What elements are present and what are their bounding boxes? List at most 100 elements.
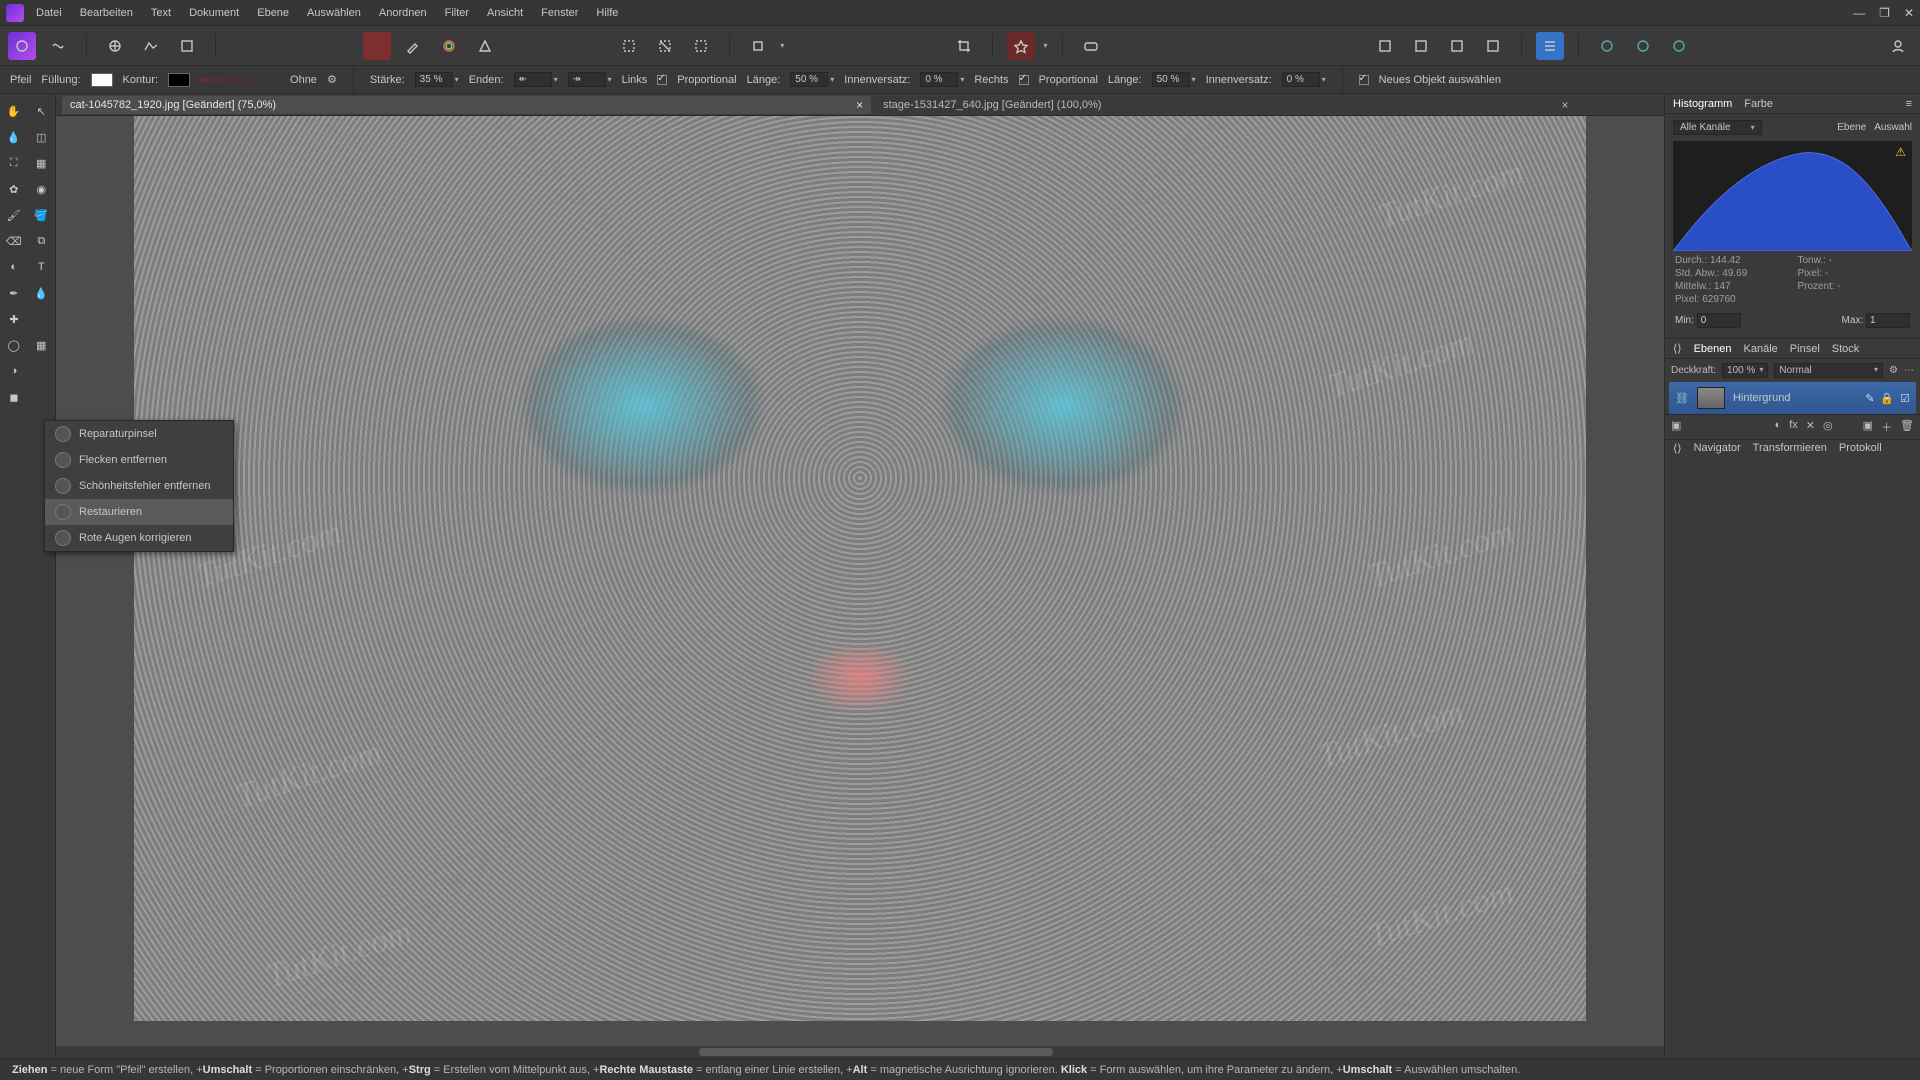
menu-text[interactable]: Text — [151, 7, 171, 19]
toolbar-dropper-icon[interactable] — [399, 32, 427, 60]
menu-dokument[interactable]: Dokument — [189, 7, 239, 19]
flyout-item-blemish[interactable]: Schönheitsfehler entfernen — [45, 473, 233, 499]
chevron-down-icon[interactable]: ▾ — [830, 75, 834, 84]
menu-bearbeiten[interactable]: Bearbeiten — [80, 7, 133, 19]
toolbar-arrange2-icon[interactable] — [1407, 32, 1435, 60]
scrollbar-horizontal[interactable] — [56, 1046, 1664, 1058]
account-icon[interactable] — [1884, 32, 1912, 60]
layer-opts-icon[interactable]: ⋯ — [1904, 365, 1914, 376]
canvas[interactable]: TutKit.com TutKit.com TutKit.com TutKit.… — [56, 116, 1664, 1058]
layer-add-icon[interactable]: ＋ — [1881, 419, 1892, 435]
toolbar-arrange4-icon[interactable] — [1479, 32, 1507, 60]
flyout-item-restaurieren[interactable]: Restaurieren — [45, 499, 233, 525]
menu-ansicht[interactable]: Ansicht — [487, 7, 523, 19]
layer-edit-icon[interactable]: ✎ — [1865, 392, 1874, 405]
layer-fx2-icon[interactable]: fx — [1789, 419, 1798, 435]
tool-brush-select-icon[interactable]: ✿ — [0, 176, 28, 202]
window-minimize-icon[interactable]: — — [1853, 6, 1865, 20]
tool-shapes-icon[interactable]: ◯ — [0, 332, 28, 358]
layer-blend-icon[interactable]: ✕ — [1806, 419, 1815, 435]
ctx-inset-l[interactable]: 0 % — [920, 72, 958, 87]
persona-photo-icon[interactable] — [8, 32, 36, 60]
toolbar-select2-icon[interactable] — [651, 32, 679, 60]
ctx-stroke-swatch[interactable] — [168, 73, 190, 87]
flyout-item-flecken[interactable]: Flecken entfernen — [45, 447, 233, 473]
opacity-input[interactable]: 100 %▾ — [1722, 363, 1768, 378]
layer-fx-icon[interactable]: ⚙ — [1889, 365, 1898, 376]
toolbar-cloud2-icon[interactable] — [1629, 32, 1657, 60]
toolbar-qm-dd-icon[interactable]: ▾ — [780, 41, 784, 50]
tool-colorpicker-icon[interactable]: 💧 — [0, 124, 28, 150]
tool-eraser-icon[interactable]: ⌫ — [0, 228, 28, 254]
layer-delete-icon[interactable]: 🗑 — [1900, 419, 1914, 435]
menu-datei[interactable]: Datei — [36, 7, 62, 19]
ctx-fill-swatch[interactable] — [91, 73, 113, 87]
menu-fenster[interactable]: Fenster — [541, 7, 578, 19]
toolbar-select1-icon[interactable] — [615, 32, 643, 60]
document-tab[interactable]: stage-1531427_640.jpg [Geändert] (100,0%… — [875, 96, 1576, 114]
toolbar-develop-icon[interactable] — [101, 32, 129, 60]
menu-ebene[interactable]: Ebene — [257, 7, 289, 19]
ctx-strength-value[interactable]: 35 % — [415, 72, 453, 87]
tab-kanaele[interactable]: Kanäle — [1744, 343, 1778, 355]
tab-stock[interactable]: Stock — [1832, 343, 1860, 355]
ctx-length-r[interactable]: 50 % — [1152, 72, 1190, 87]
histo-ebene-button[interactable]: Ebene — [1837, 122, 1866, 133]
tool-smudge-icon[interactable]: 💧 — [28, 280, 56, 306]
persona-liquify-icon[interactable] — [44, 32, 72, 60]
ctx-prop-left-checkbox[interactable] — [657, 75, 667, 85]
ctx-end-right[interactable]: ↠ — [568, 72, 606, 87]
tool-text-icon[interactable]: T — [28, 254, 56, 280]
channel-dropdown[interactable]: Alle Kanäle▾ — [1673, 120, 1762, 135]
chevron-down-icon[interactable]: ▾ — [554, 75, 558, 84]
tab-farbe[interactable]: Farbe — [1744, 98, 1773, 110]
ctx-stroke-preview[interactable] — [200, 79, 280, 81]
tool-marquee-icon[interactable]: ◉ — [28, 176, 56, 202]
tool-pen-icon[interactable]: ✒ — [0, 280, 28, 306]
toolbar-cloud1-icon[interactable] — [1593, 32, 1621, 60]
toolbar-align-icon[interactable] — [1536, 32, 1564, 60]
tool-selection-icon[interactable]: ⛶ — [0, 150, 28, 176]
histo-auswahl-button[interactable]: Auswahl — [1874, 122, 1912, 133]
max-input[interactable] — [1866, 313, 1910, 328]
tab-histogramm[interactable]: Histogramm — [1673, 98, 1732, 110]
layer-lock-icon[interactable]: 🔒 — [1880, 392, 1894, 405]
layer-visibility-icon[interactable]: ⛓ — [1675, 392, 1689, 405]
tool-move-icon[interactable]: ↖ — [28, 98, 56, 124]
layer-live-icon[interactable]: ◎ — [1823, 419, 1833, 435]
flyout-item-redeye[interactable]: Rote Augen korrigieren — [45, 525, 233, 551]
toolbar-assist-dd-icon[interactable]: ▾ — [1043, 41, 1047, 50]
tab-close-icon[interactable]: × — [1561, 98, 1568, 112]
tool-mesh-icon[interactable]: ▦ — [28, 332, 56, 358]
toolbar-arrange1-icon[interactable] — [1371, 32, 1399, 60]
gear-icon[interactable]: ⚙ — [327, 73, 337, 86]
ctx-length-l[interactable]: 50 % — [790, 72, 828, 87]
window-close-icon[interactable]: ✕ — [1904, 6, 1914, 20]
tool-fill-icon[interactable]: 🪣 — [28, 202, 56, 228]
menu-anordnen[interactable]: Anordnen — [379, 7, 427, 19]
tab-transform[interactable]: Transformieren — [1753, 442, 1827, 457]
ctx-end-left[interactable]: ↞ — [514, 72, 552, 87]
tab-navigator[interactable]: Navigator — [1694, 442, 1741, 457]
menu-filter[interactable]: Filter — [445, 7, 469, 19]
window-maximize-icon[interactable]: ❐ — [1879, 6, 1890, 20]
toolbar-autocolor-icon[interactable] — [471, 32, 499, 60]
collapse-icon[interactable]: ⟨⟩ — [1673, 442, 1682, 457]
chevron-down-icon[interactable]: ▾ — [1192, 75, 1196, 84]
tab-protokoll[interactable]: Protokoll — [1839, 442, 1882, 457]
toolbar-arrange3-icon[interactable] — [1443, 32, 1471, 60]
toolbar-export-icon[interactable] — [173, 32, 201, 60]
tool-dodge-icon[interactable]: ◐ — [0, 254, 28, 280]
toolbar-red-icon[interactable] — [363, 32, 391, 60]
tool-hand-icon[interactable]: ✋ — [0, 98, 28, 124]
document-tab[interactable]: cat-1045782_1920.jpg [Geändert] (75,0%) … — [62, 96, 871, 114]
menu-hilfe[interactable]: Hilfe — [596, 7, 618, 19]
collapse-icon[interactable]: ⟨⟩ — [1673, 342, 1682, 355]
chevron-down-icon[interactable]: ▾ — [608, 75, 612, 84]
layer-adj-icon[interactable]: ◐ — [1775, 419, 1782, 435]
tab-pinsel[interactable]: Pinsel — [1790, 343, 1820, 355]
toolbar-cloud3-icon[interactable] — [1665, 32, 1693, 60]
tool-heal-icon[interactable]: ✚ — [0, 306, 28, 332]
chevron-down-icon[interactable]: ▾ — [1322, 75, 1326, 84]
panel-menu-icon[interactable]: ≡ — [1906, 98, 1912, 110]
